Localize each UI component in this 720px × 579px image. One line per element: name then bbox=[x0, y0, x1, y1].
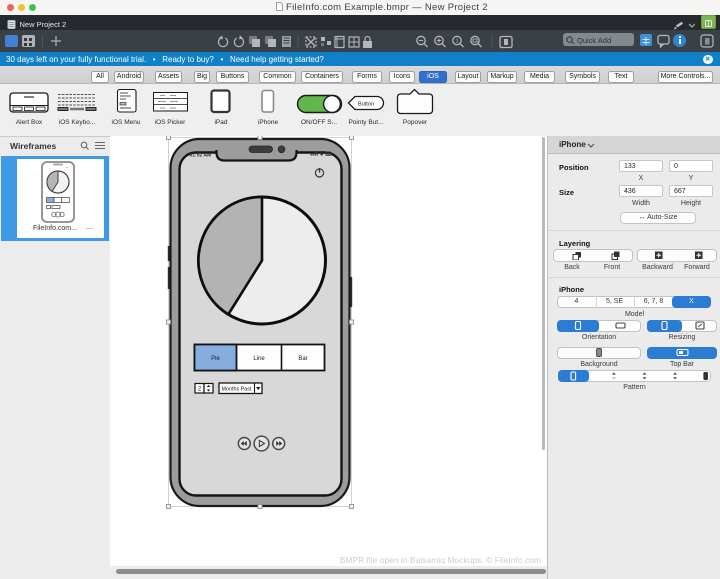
svg-text:Button: Button bbox=[358, 102, 374, 108]
svg-text:01:52 AM: 01:52 AM bbox=[190, 153, 212, 159]
svg-text:Line: Line bbox=[253, 356, 265, 362]
svg-text:Bar: Bar bbox=[298, 356, 307, 362]
svg-text:Months Past: Months Past bbox=[222, 387, 252, 393]
svg-text:1: 1 bbox=[455, 39, 458, 45]
svg-text:Pie: Pie bbox=[211, 356, 220, 362]
